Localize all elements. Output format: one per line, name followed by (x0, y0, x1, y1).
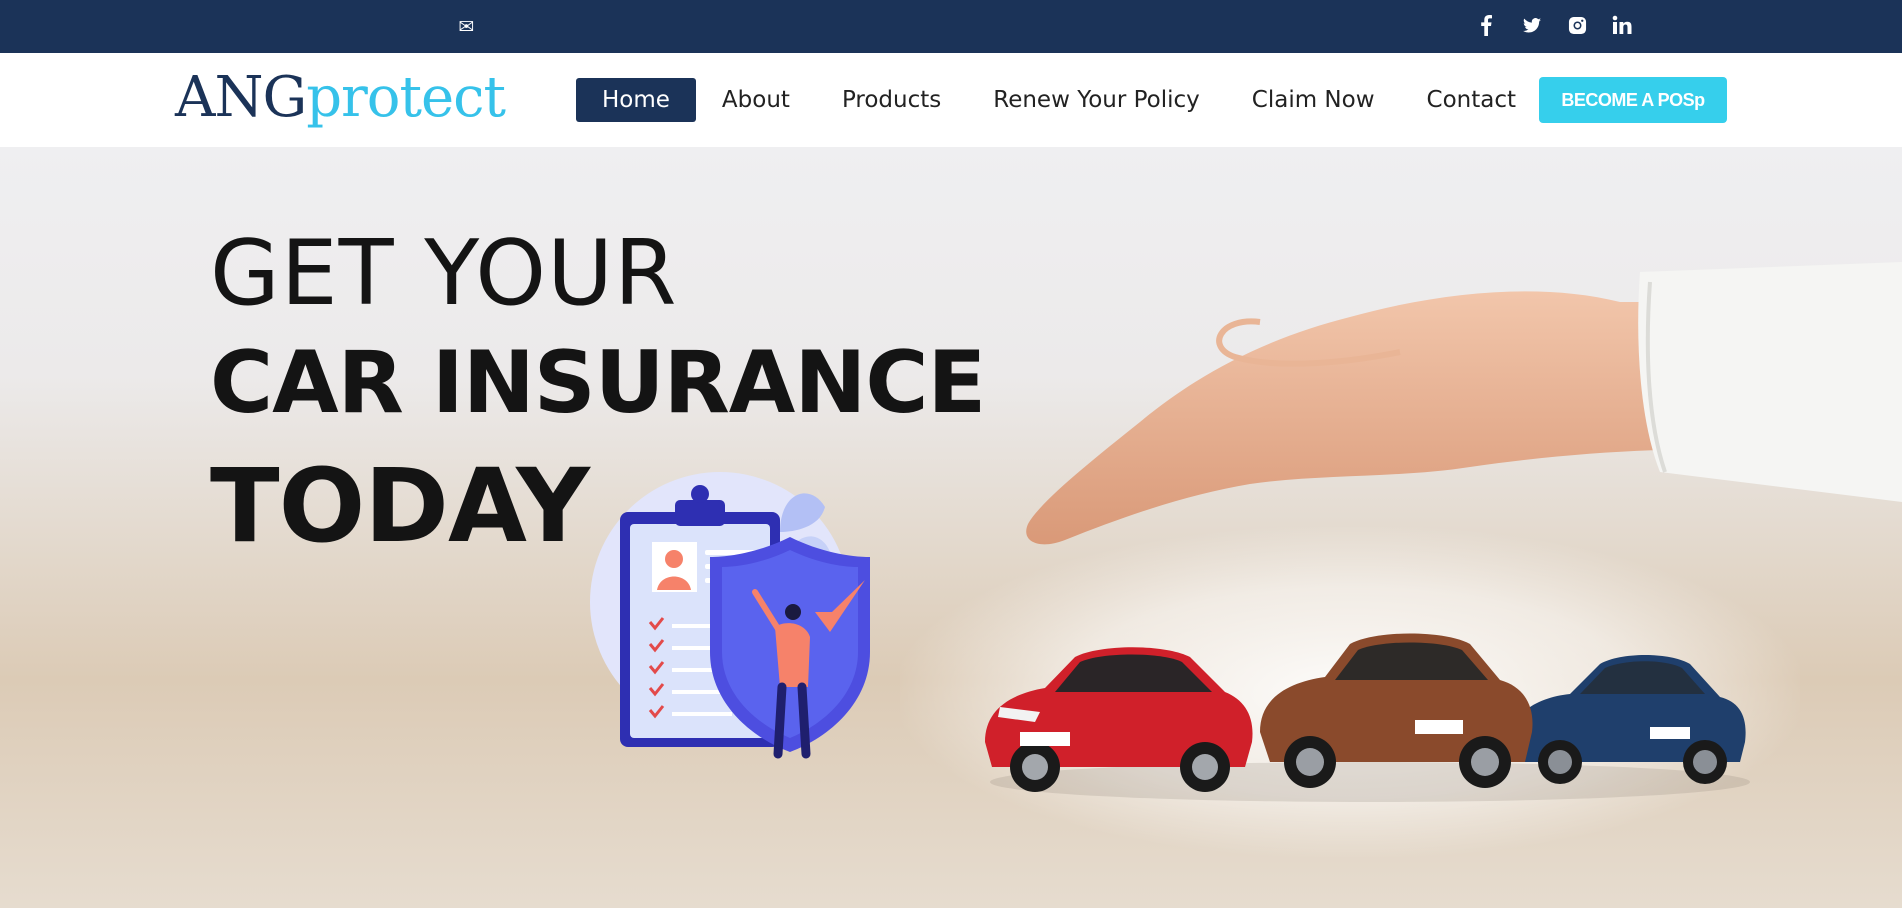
logo-protect: protect (306, 65, 506, 130)
instagram-icon[interactable] (1565, 10, 1589, 40)
hero-line-2: CAR INSURANCE (210, 333, 986, 433)
insurance-clipboard-illustration (590, 472, 870, 759)
top-bar: ✉ (0, 0, 1902, 53)
logo[interactable]: ANG protect (175, 65, 506, 131)
logo-ang: ANG (175, 65, 307, 130)
hero-line-3: TODAY (210, 447, 590, 566)
linkedin-icon[interactable] (1610, 10, 1634, 40)
nav-renew-policy[interactable]: Renew Your Policy (967, 78, 1226, 122)
site-header: ANG protect Home About Products Renew You… (0, 53, 1902, 147)
mail-icon[interactable]: ✉ (456, 16, 477, 38)
hero-banner: GET YOUR CAR INSURANCE TODAY (0, 147, 1902, 908)
nav-claim-now[interactable]: Claim Now (1226, 78, 1401, 122)
become-posp-button[interactable]: BECOME A POSp (1539, 77, 1727, 123)
nav-home[interactable]: Home (576, 78, 696, 122)
cars-image (985, 633, 1750, 802)
twitter-icon[interactable] (1520, 10, 1544, 40)
facebook-icon[interactable] (1476, 10, 1496, 40)
protecting-hand-image (1026, 262, 1902, 545)
hero-line-1: GET YOUR (210, 221, 678, 326)
nav-contact[interactable]: Contact (1401, 78, 1542, 122)
nav-about[interactable]: About (696, 78, 816, 122)
nav-products[interactable]: Products (816, 78, 967, 122)
main-nav: Home About Products Renew Your Policy Cl… (576, 78, 1542, 122)
